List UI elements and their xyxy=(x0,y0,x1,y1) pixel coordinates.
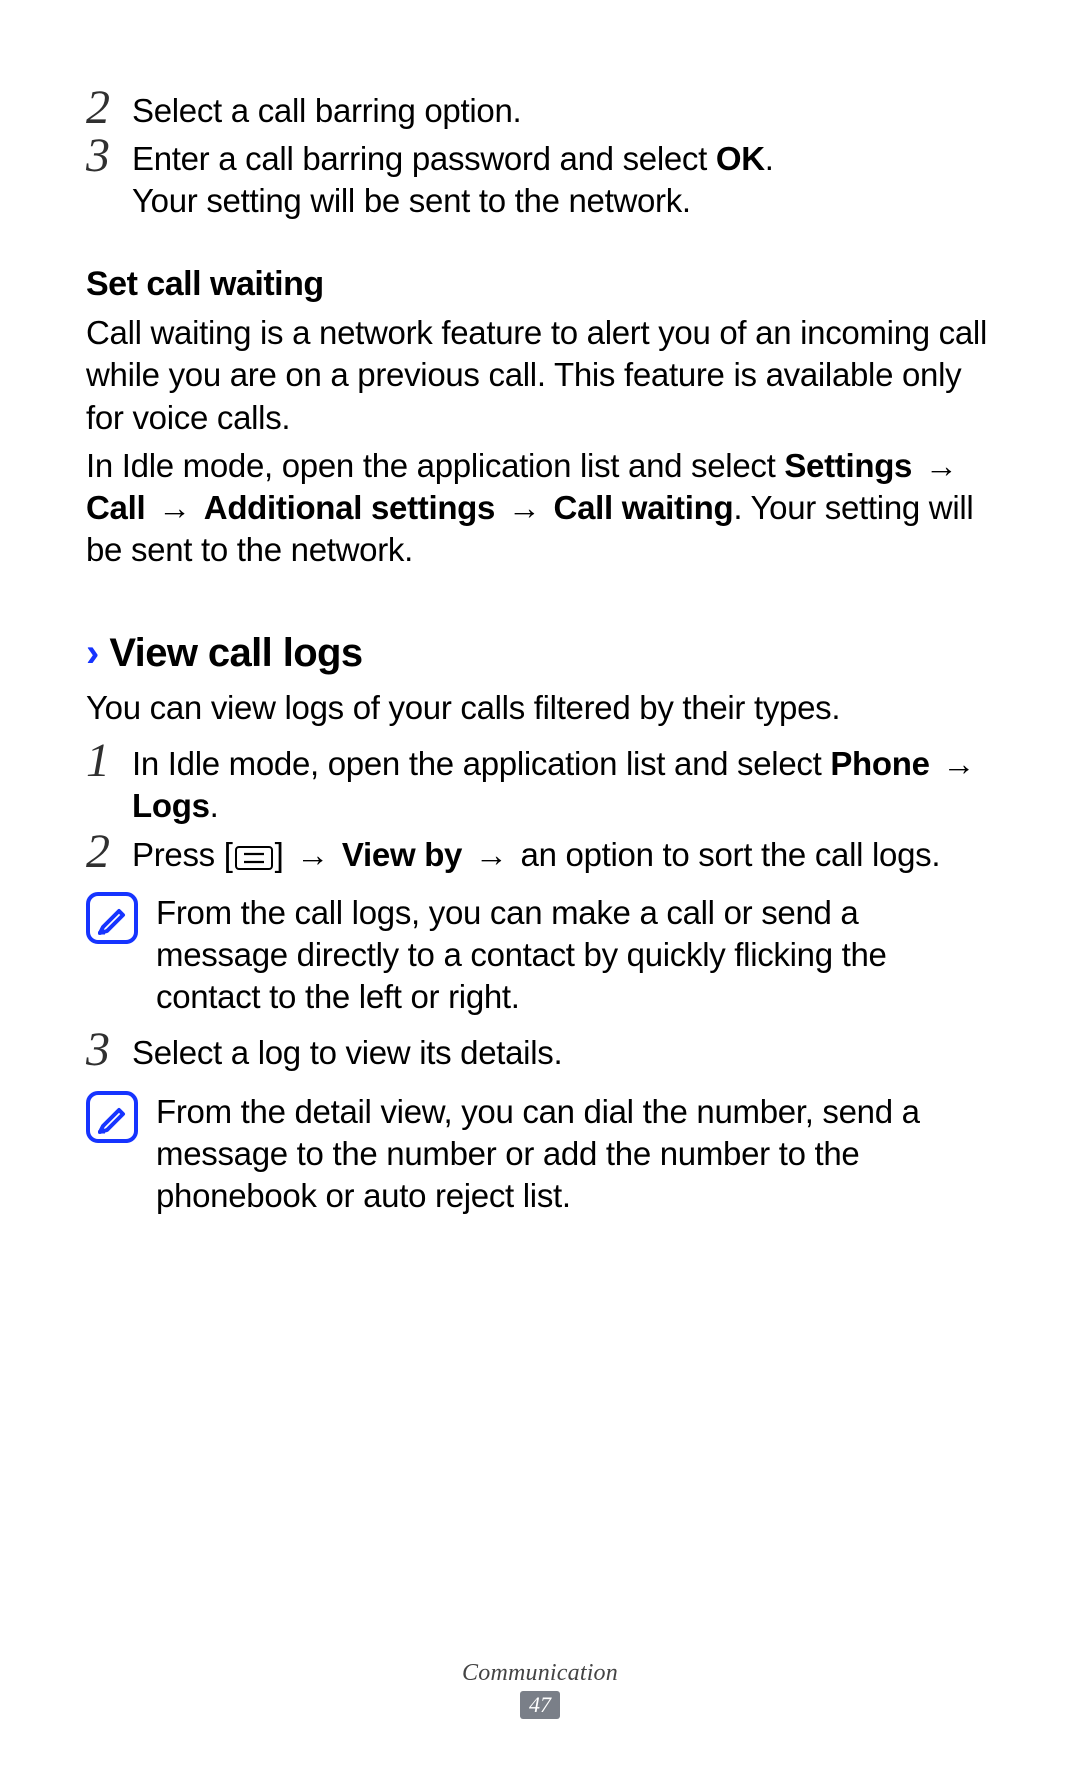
para-call-waiting-path: In Idle mode, open the application list … xyxy=(86,445,994,572)
para-view-logs-intro: You can view logs of your calls filtered… xyxy=(86,687,994,729)
note-text: From the detail view, you can dial the n… xyxy=(156,1089,994,1218)
section-heading-view-call-logs: › View call logs xyxy=(86,628,994,679)
note-icon xyxy=(86,892,138,944)
arrow-icon: → xyxy=(292,834,333,876)
step-text: Select a call barring option. xyxy=(132,90,994,132)
footer-section-label: Communication xyxy=(0,1660,1080,1687)
text-fragment: Press [ xyxy=(132,836,233,873)
text-fragment: . xyxy=(210,787,219,824)
section-title: View call logs xyxy=(109,628,362,679)
text-fragment: Your setting will be sent to the network… xyxy=(132,182,691,219)
note-detail-view: From the detail view, you can dial the n… xyxy=(86,1089,994,1218)
arrow-icon: → xyxy=(504,487,545,529)
para-call-waiting-desc: Call waiting is a network feature to ale… xyxy=(86,312,994,439)
step-number: 2 xyxy=(86,84,132,132)
text-fragment: Enter a call barring password and select xyxy=(132,140,716,177)
arrow-icon: → xyxy=(154,487,195,529)
text-bold: Additional settings xyxy=(204,489,495,526)
text-bold: OK xyxy=(716,140,765,177)
step-3-logs: 3 Select a log to view its details. xyxy=(86,1032,994,1074)
step-number: 3 xyxy=(86,1026,132,1074)
step-text: In Idle mode, open the application list … xyxy=(132,743,994,827)
text-fragment: In Idle mode, open the application list … xyxy=(132,745,830,782)
step-text: Enter a call barring password and select… xyxy=(132,138,994,222)
note-icon xyxy=(86,1091,138,1143)
text-fragment: ] xyxy=(275,836,293,873)
step-text: Select a log to view its details. xyxy=(132,1032,994,1074)
page-footer: Communication 47 xyxy=(0,1660,1080,1719)
arrow-icon: → xyxy=(471,834,512,876)
text-bold: View by xyxy=(342,836,462,873)
note-flick-contact: From the call logs, you can make a call … xyxy=(86,890,994,1019)
text-bold: Logs xyxy=(132,787,210,824)
text-bold: Phone xyxy=(830,745,929,782)
text-bold: Call waiting xyxy=(554,489,734,526)
step-3-top: 3 Enter a call barring password and sele… xyxy=(86,138,994,222)
text-fragment: an option to sort the call logs. xyxy=(512,836,941,873)
step-2-top: 2 Select a call barring option. xyxy=(86,90,994,132)
text-bold: Call xyxy=(86,489,145,526)
text-fragment: . xyxy=(765,140,774,177)
menu-key-icon xyxy=(235,846,273,870)
chevron-icon: › xyxy=(86,628,99,679)
step-number: 3 xyxy=(86,132,132,180)
arrow-icon: → xyxy=(921,445,962,487)
text-fragment: In Idle mode, open the application list … xyxy=(86,447,784,484)
heading-set-call-waiting: Set call waiting xyxy=(86,263,994,307)
page-number-badge: 47 xyxy=(520,1691,560,1719)
step-number: 1 xyxy=(86,737,132,785)
step-1-logs: 1 In Idle mode, open the application lis… xyxy=(86,743,994,827)
arrow-icon: → xyxy=(939,743,980,785)
note-text: From the call logs, you can make a call … xyxy=(156,890,994,1019)
step-text: Press [ ] → View by → an option to sort … xyxy=(132,834,994,876)
step-2-logs: 2 Press [ ] → View by → an option to sor… xyxy=(86,834,994,876)
text-bold: Settings xyxy=(784,447,912,484)
step-number: 2 xyxy=(86,828,132,876)
